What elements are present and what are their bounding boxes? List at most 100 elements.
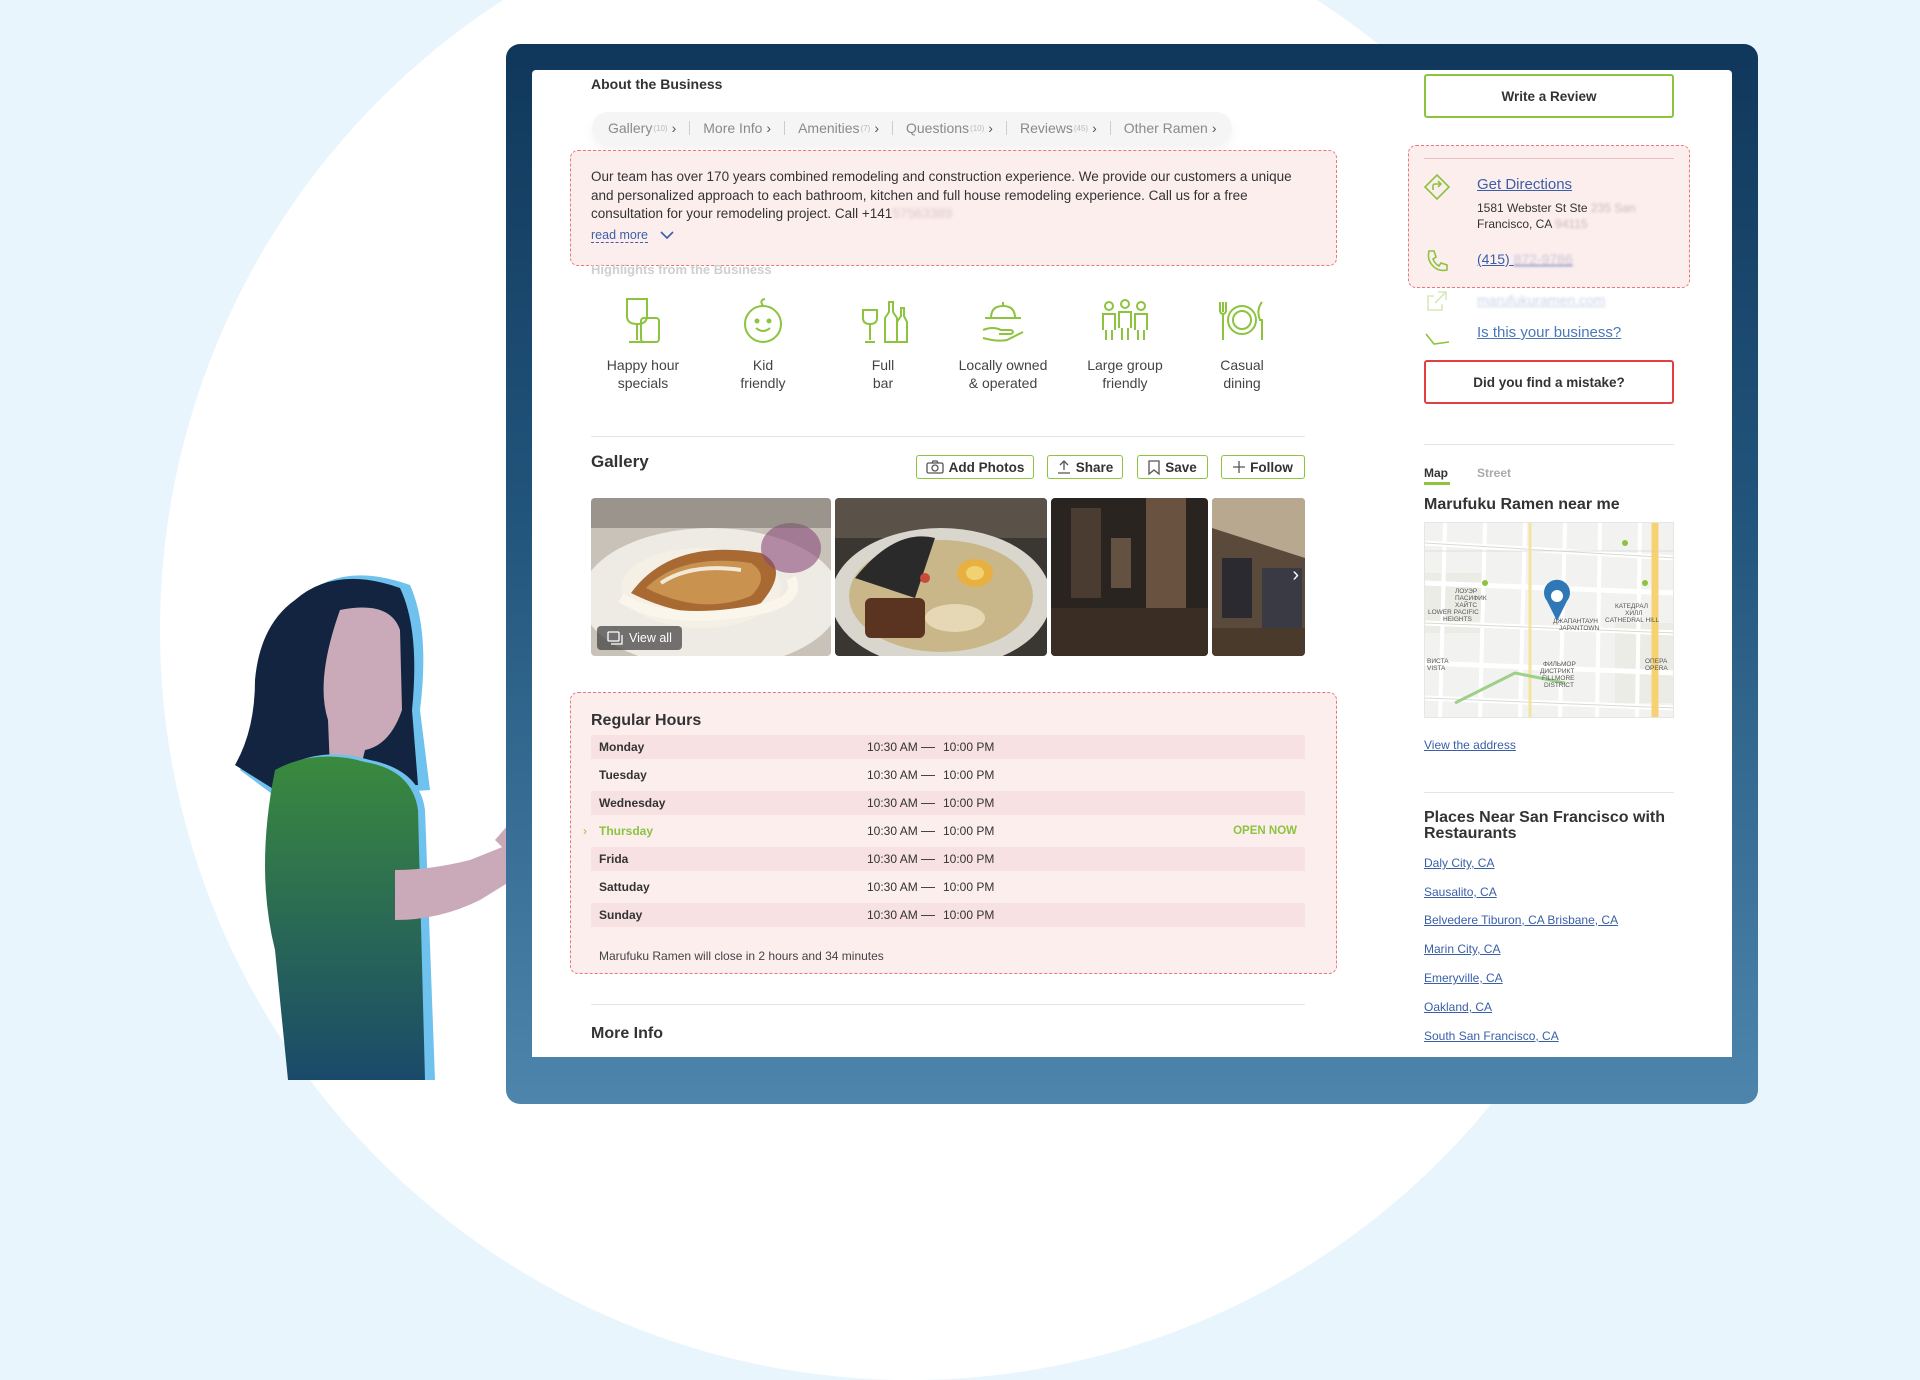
hours-open: 10:30 AM xyxy=(867,824,918,838)
directions-icon xyxy=(1424,174,1450,200)
chevron-down-icon[interactable] xyxy=(660,230,674,240)
tab-reviews[interactable]: Reviews (45) › xyxy=(1020,120,1097,136)
button-label: Share xyxy=(1075,459,1114,475)
hours-day: Sattuday xyxy=(599,880,650,894)
section-tabs: Gallery (10) › More Info › Amenities (7) › Qu… xyxy=(592,112,1233,144)
hours-dash xyxy=(921,803,935,804)
business-address: 1581 Webster St Ste 235 San Francisco, C… xyxy=(1477,200,1677,232)
browser-page: About the Business Gallery (10) › More Inf… xyxy=(532,70,1732,1057)
open-now-badge: OPEN NOW xyxy=(1233,825,1297,837)
blurred-phone: 57563389 xyxy=(892,206,953,221)
amenity-label-line: friendly xyxy=(740,375,786,391)
active-tab-underline xyxy=(1424,482,1450,485)
gallery-photo[interactable]: › xyxy=(1212,498,1305,656)
hours-dash xyxy=(921,747,935,748)
tab-questions[interactable]: Questions (10) › xyxy=(906,120,993,136)
amenity-label-line: Locally owned xyxy=(958,357,1048,373)
phone-link[interactable]: (415) 872-9786 xyxy=(1477,251,1573,267)
view-all-label: View all xyxy=(629,631,672,645)
hours-close: 10:00 PM xyxy=(943,796,995,810)
hours-row: Monday 10:30 AM 10:00 PM xyxy=(591,735,1305,759)
hours-open: 10:30 AM xyxy=(867,852,918,866)
place-link[interactable]: Daly City, CA xyxy=(1424,856,1494,870)
tab-label: Gallery xyxy=(608,120,653,136)
chevron-right-icon: › xyxy=(874,120,879,136)
tab-map[interactable]: Map xyxy=(1424,466,1448,480)
hours-close: 10:00 PM xyxy=(943,880,995,894)
view-all-button[interactable]: View all xyxy=(597,626,682,650)
hours-close: 10:00 PM xyxy=(943,824,995,838)
amenity-label-line: & operated xyxy=(968,375,1038,391)
contact-divider xyxy=(1424,158,1674,159)
save-button[interactable]: Save xyxy=(1137,455,1208,479)
read-more-link[interactable]: read more xyxy=(591,228,648,243)
claim-business-link[interactable]: Is this your business? xyxy=(1477,324,1621,341)
tab-gallery[interactable]: Gallery (10) › xyxy=(608,120,676,136)
gallery-next-arrow[interactable]: › xyxy=(1292,564,1299,587)
hand-heart-icon xyxy=(982,302,1024,342)
button-label: Add Photos xyxy=(948,459,1025,475)
chevron-right-icon: › xyxy=(583,824,587,838)
view-address-link[interactable]: View the address xyxy=(1424,738,1516,752)
tab-separator xyxy=(892,121,893,135)
tab-separator xyxy=(689,121,691,135)
tab-label: Questions xyxy=(906,120,970,136)
about-description: Our team has over 170 years combined rem… xyxy=(591,168,1311,224)
amenity-label-line: Large group xyxy=(1087,357,1163,373)
amenity-large-group: Large group friendly xyxy=(1070,296,1180,392)
location-map[interactable]: ЛОУЭР ПАСИФИК ХАЙТС LOWER PACIFIC HEIGHTS ДЖ… xyxy=(1424,522,1674,718)
hours-open: 10:30 AM xyxy=(867,768,918,782)
tab-separator xyxy=(1005,121,1007,135)
ramen-bowl-photo xyxy=(835,498,1047,656)
hours-close: 10:00 PM xyxy=(943,908,995,922)
group-people-icon xyxy=(1102,299,1148,340)
bookmark-icon xyxy=(1148,459,1160,475)
hours-close: 10:00 PM xyxy=(943,768,995,782)
place-link[interactable]: Sausalito, CA xyxy=(1424,885,1497,899)
website-link[interactable]: marufukuramen.com xyxy=(1477,292,1605,308)
place-link[interactable]: Oakland, CA xyxy=(1424,1000,1492,1014)
tab-label: Reviews xyxy=(1019,120,1073,136)
chevron-right-icon: › xyxy=(671,120,677,136)
chevron-right-icon: › xyxy=(1211,120,1217,136)
gallery-photo[interactable] xyxy=(835,498,1047,656)
share-button[interactable]: Share xyxy=(1047,455,1123,479)
tab-amenities[interactable]: Amenities (7) › xyxy=(798,120,879,136)
hours-day: Monday xyxy=(599,740,645,754)
chevron-right-icon: › xyxy=(766,120,772,136)
gallery-photo[interactable] xyxy=(1051,498,1208,656)
hours-row: Frida 10:30 AM 10:00 PM xyxy=(591,847,1305,871)
hours-day: Wednesday xyxy=(599,796,666,810)
highlights-title: Highlights from the Business xyxy=(591,262,772,277)
tab-count: (10) xyxy=(653,123,668,133)
button-label: Follow xyxy=(1250,459,1293,475)
places-near-title: Places Near San Francisco with Restauran… xyxy=(1424,809,1665,842)
place-link[interactable]: Belvedere Tiburon, CA Brisbane, CA xyxy=(1424,913,1618,927)
write-review-button[interactable]: Write a Review xyxy=(1424,74,1674,118)
hours-dash xyxy=(921,775,935,776)
button-label: Save xyxy=(1165,459,1197,475)
phone-area: (415) xyxy=(1477,251,1510,267)
add-photos-button[interactable]: Add Photos xyxy=(916,455,1034,479)
more-info-title: More Info xyxy=(591,1025,663,1042)
hours-day: Sunday xyxy=(599,908,643,922)
tab-other-ramen[interactable]: Other Ramen › xyxy=(1124,120,1217,136)
report-mistake-button[interactable]: Did you find a mistake? xyxy=(1424,360,1674,404)
section-divider xyxy=(591,1004,1305,1005)
place-link[interactable]: Emeryville, CA xyxy=(1424,971,1503,985)
hours-row: Sunday 10:30 AM 10:00 PM xyxy=(591,903,1305,927)
amenity-label-line: dining xyxy=(1223,375,1261,391)
closing-note: Marufuku Ramen will close in 2 hours and… xyxy=(599,949,884,963)
tab-street[interactable]: Street xyxy=(1477,466,1511,480)
get-directions-link[interactable]: Get Directions xyxy=(1477,176,1572,193)
hours-open: 10:30 AM xyxy=(867,740,918,754)
follow-button[interactable]: Follow xyxy=(1221,455,1305,479)
place-link[interactable]: Marin City, CA xyxy=(1424,942,1500,956)
baby-face-icon xyxy=(744,298,782,343)
place-link[interactable]: South San Francisco, CA xyxy=(1424,1029,1559,1043)
hours-dash xyxy=(921,831,935,832)
tab-more-info[interactable]: More Info › xyxy=(703,120,771,136)
plate-cutlery-icon xyxy=(1219,301,1263,340)
gallery-photo[interactable]: View all xyxy=(591,498,831,656)
hours-row-today: › Thursday 10:30 AM 10:00 PM OPEN NOW xyxy=(583,819,1305,843)
